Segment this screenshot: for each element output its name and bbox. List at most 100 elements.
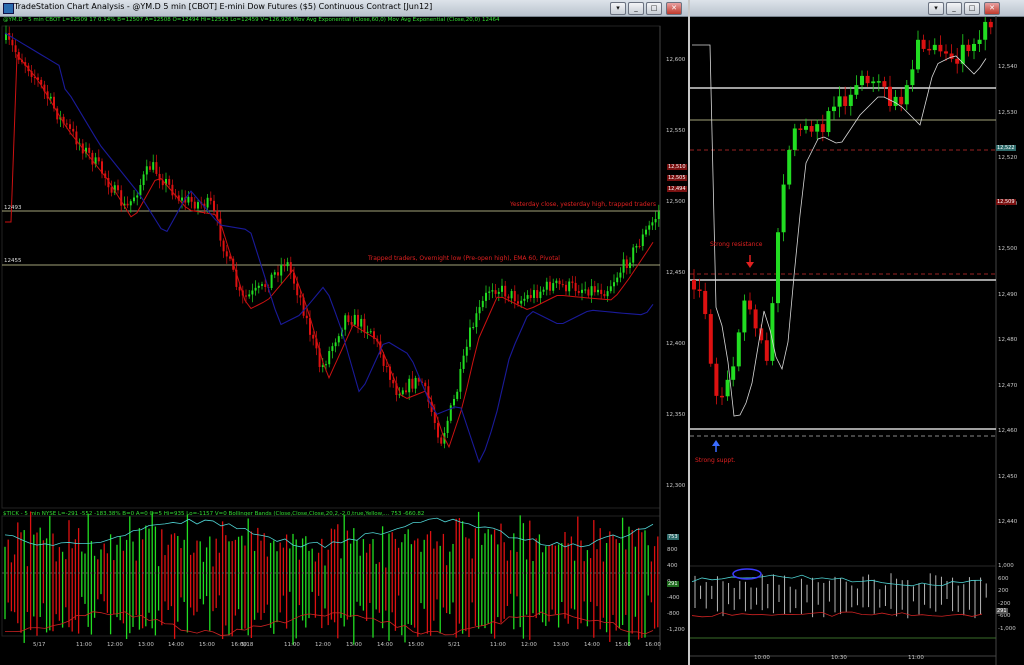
candle-body <box>826 111 831 133</box>
axis-label: 13:00 <box>553 642 569 648</box>
candle-body <box>424 382 427 387</box>
right-chart-canvas[interactable] <box>690 0 1024 665</box>
candle-body <box>440 437 443 444</box>
candle-body <box>893 96 898 106</box>
candle-body <box>748 300 752 310</box>
candle-body <box>270 274 273 289</box>
candle-body <box>731 366 736 380</box>
candle-body <box>565 284 567 292</box>
axis-label: 600 <box>998 575 1009 582</box>
candle-body <box>641 234 644 247</box>
candle-body <box>587 289 590 296</box>
candle-body <box>312 334 315 339</box>
candle-body <box>720 395 724 398</box>
candle-body <box>938 44 943 52</box>
axis-label: 12,460 <box>998 428 1018 434</box>
candle-body <box>117 185 119 191</box>
candle-body <box>539 291 542 299</box>
ema-60-line <box>4 32 654 464</box>
candle-body <box>657 211 660 220</box>
candle-body <box>171 184 174 196</box>
candle-body <box>625 259 628 268</box>
candle-body <box>446 420 449 433</box>
candle-body <box>561 284 564 286</box>
candle-body <box>781 184 786 233</box>
axis-label: 5/18 <box>241 642 254 648</box>
candle-body <box>286 262 289 267</box>
axis-label: 12,440 <box>998 519 1018 525</box>
candle-body <box>876 81 881 83</box>
axis-label: 13:00 <box>346 642 362 648</box>
candle-body <box>932 44 937 51</box>
candle-body <box>209 197 212 201</box>
candle-body <box>854 85 859 95</box>
axis-label: -1,000 <box>998 625 1016 632</box>
annotation-strong-resistance: Strong resistance <box>710 241 763 248</box>
axis-label: 12,450 <box>666 270 686 276</box>
left-chart-canvas[interactable] <box>0 0 688 665</box>
axis-label: 5/17 <box>33 642 46 648</box>
candle-body <box>65 123 68 125</box>
axis-label: 12:00 <box>521 642 537 648</box>
candle-body <box>983 21 988 40</box>
candle-body <box>549 281 551 291</box>
candle-body <box>129 201 132 206</box>
candle-body <box>273 272 276 275</box>
candle-body <box>609 286 612 292</box>
axis-label: 12,540 <box>998 64 1018 70</box>
candle-body <box>910 69 915 86</box>
axis-label: 14:00 <box>168 642 184 648</box>
axis-label: 15:00 <box>408 642 424 648</box>
candle-body <box>977 39 982 44</box>
axis-label: 11:00 <box>284 642 300 648</box>
candle-body <box>708 314 713 364</box>
tick-side-value-2: 291 <box>667 581 679 587</box>
candle-body <box>120 190 123 206</box>
candle-body <box>385 365 388 367</box>
candle-body <box>742 300 747 333</box>
candle-body <box>405 390 407 393</box>
ema-20-line <box>5 53 654 449</box>
candle-body <box>149 166 151 170</box>
candle-body <box>529 295 532 298</box>
axis-label: -400 <box>667 595 680 601</box>
candle-body <box>714 363 719 396</box>
candle-body <box>736 332 741 367</box>
candle-body <box>277 272 279 276</box>
candle-body <box>837 96 842 107</box>
candle-body <box>213 200 215 211</box>
candle-body <box>798 128 803 130</box>
candle-body <box>197 202 199 209</box>
candle-body <box>635 245 638 248</box>
candle-body <box>697 289 702 291</box>
axis-label: 12,600 <box>666 57 686 63</box>
candle-body <box>190 197 193 202</box>
candle-body <box>648 225 651 230</box>
candle-body <box>449 405 452 421</box>
axis-label: 400 <box>667 563 678 569</box>
side-value-1: 12,522 <box>996 145 1016 151</box>
candle-body <box>411 378 414 389</box>
left-chart-window: TradeStation Chart Analysis - @YM.D 5 mi… <box>0 0 688 665</box>
candle-body <box>97 157 100 162</box>
candle-body <box>654 219 657 223</box>
price-pane-frame <box>1 25 661 509</box>
candle-body <box>888 86 892 106</box>
candle-body <box>305 315 308 319</box>
axis-label: 10:00 <box>754 655 770 661</box>
candle-body <box>651 222 654 226</box>
candle-body <box>328 351 331 365</box>
candle-body <box>475 313 478 328</box>
candle-body <box>645 229 647 235</box>
candle-body <box>568 281 571 292</box>
candle-body <box>966 44 971 51</box>
candle-body <box>619 272 622 278</box>
candle-body <box>860 75 864 86</box>
candle-body <box>848 94 853 106</box>
axis-label: 800 <box>667 547 678 553</box>
highlight-ellipse <box>732 568 762 580</box>
candle-body <box>366 331 369 333</box>
candle-body <box>949 53 954 59</box>
axis-label: 1,000 <box>998 563 1014 569</box>
support-arrowhead-icon <box>712 440 720 446</box>
